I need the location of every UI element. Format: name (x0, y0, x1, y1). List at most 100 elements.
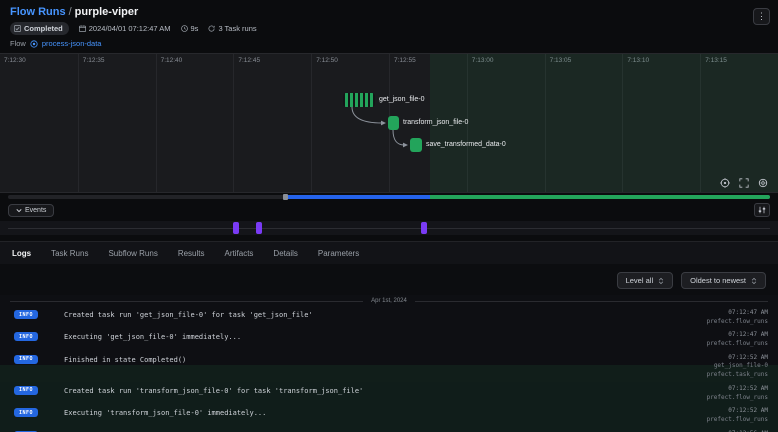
start-time: 2024/04/01 07:12:47 AM (79, 24, 171, 33)
log-level-badge: INFO (14, 332, 38, 341)
events-toggle-button[interactable]: Events (8, 204, 54, 217)
timeline-tick: 7:13:10 (627, 57, 649, 64)
log-sort-order-dropdown[interactable]: Oldest to newest (681, 272, 766, 289)
task-run-count: 3 Task runs (208, 24, 256, 33)
tab-parameters[interactable]: Parameters (318, 249, 359, 258)
state-bar-handle[interactable] (283, 194, 288, 200)
log-message: Created task run 'transform_json_file-0'… (64, 387, 707, 395)
task-runs-icon (208, 25, 215, 32)
log-source: prefect.flow_runs (707, 416, 768, 423)
log-row: INFO Executing 'transform_json_file-0' i… (0, 404, 778, 426)
event-marker[interactable] (421, 222, 427, 234)
log-date-divider: Apr 1st, 2024 (0, 295, 778, 306)
sort-arrows-icon (658, 277, 664, 285)
log-source: prefect.flow_runs (707, 340, 768, 347)
log-level-badge: INFO (14, 355, 38, 364)
log-row: INFO Finished in state Completed() 07:12… (0, 351, 778, 382)
tab-logs[interactable]: Logs (12, 249, 31, 258)
log-source: prefect.task_runs (707, 371, 768, 378)
log-source: prefect.flow_runs (707, 318, 768, 325)
run-detail-tabs: Logs Task Runs Subflow Runs Results Arti… (0, 241, 778, 264)
sort-arrows-icon (751, 277, 757, 285)
task-label-get-json-file[interactable]: get_json_file-0 (379, 96, 425, 103)
sliders-icon (758, 206, 766, 214)
task-bar-save-transformed-data[interactable] (410, 138, 422, 152)
breadcrumb: Flow Runs/purple-viper (10, 6, 768, 18)
events-mini-timeline[interactable] (0, 221, 778, 235)
tab-artifacts[interactable]: Artifacts (225, 249, 254, 258)
status-badge-label: Completed (24, 24, 63, 33)
tab-results[interactable]: Results (178, 249, 205, 258)
log-level-badge: INFO (14, 386, 38, 395)
log-time: 07:12:47 AM (728, 331, 768, 338)
check-icon (14, 25, 21, 32)
calendar-icon (79, 25, 86, 32)
task-run-count-value: 3 Task runs (218, 24, 256, 33)
clock-icon (181, 25, 188, 32)
tab-task-runs[interactable]: Task Runs (51, 249, 88, 258)
task-bar-get-json-file[interactable] (343, 93, 375, 107)
duration-value: 9s (191, 24, 199, 33)
log-level-filter-label: Level all (626, 276, 654, 285)
flow-label: Flow (10, 39, 26, 48)
log-meta: 07:12:47 AM prefect.flow_runs (707, 331, 768, 348)
log-meta: 07:12:52 AMget_json_file-0 prefect.task_r… (707, 354, 768, 380)
event-marker[interactable] (233, 222, 239, 234)
log-row: INFO Finished in state Completed() 07:12… (0, 427, 778, 432)
task-label-transform-json-file[interactable]: transform_json_file-0 (403, 119, 468, 126)
log-message: Created task run 'get_json_file-0' for t… (64, 311, 707, 319)
page-title: purple-viper (75, 6, 139, 18)
events-settings-button[interactable] (754, 203, 770, 217)
state-segment-running (287, 195, 430, 199)
log-time: 07:12:52 AM (728, 354, 768, 361)
tab-subflow-runs[interactable]: Subflow Runs (108, 249, 157, 258)
status-badge: Completed (10, 22, 69, 35)
chart-toolbar (720, 178, 768, 188)
log-time: 07:12:52 AM (728, 407, 768, 414)
log-sort-order-label: Oldest to newest (690, 276, 746, 285)
chevron-down-icon (16, 208, 22, 213)
log-list[interactable]: Apr 1st, 2024 INFO Created task run 'get… (0, 295, 778, 432)
log-row: INFO Created task run 'transform_json_fi… (0, 382, 778, 404)
flow-name-link[interactable]: process-json-data (42, 39, 102, 48)
timeline-tick: 7:13:00 (472, 57, 494, 64)
event-marker[interactable] (256, 222, 262, 234)
flow-run-state-bar[interactable] (8, 195, 770, 199)
log-controls: Level all Oldest to newest (0, 264, 778, 295)
log-meta: 07:12:47 AM prefect.flow_runs (707, 309, 768, 326)
kebab-icon: ⋮ (757, 11, 766, 22)
log-source: prefect.flow_runs (707, 394, 768, 401)
breadcrumb-separator: / (66, 6, 75, 18)
timeline-tick: 7:13:05 (550, 57, 572, 64)
events-toggle-label: Events (25, 207, 46, 214)
chart-settings-gear-icon[interactable] (758, 178, 768, 188)
run-actions-menu-button[interactable]: ⋮ (753, 8, 770, 25)
timeline-tick: 7:12:40 (161, 57, 183, 64)
duration: 9s (181, 24, 199, 33)
timeline-tick: 7:12:55 (394, 57, 416, 64)
breadcrumb-flow-runs-link[interactable]: Flow Runs (10, 6, 66, 18)
log-time: 07:12:47 AM (728, 309, 768, 316)
task-timeline-chart[interactable]: 7:12:30 7:12:35 7:12:40 7:12:45 7:12:50 … (0, 53, 778, 193)
tab-details[interactable]: Details (273, 249, 297, 258)
log-task-run: get_json_file-0 (714, 362, 768, 369)
log-message: Executing 'get_json_file-0' immediately.… (64, 333, 707, 341)
recenter-icon[interactable] (720, 178, 730, 188)
run-meta-row: Completed 2024/04/01 07:12:47 AM 9s 3 Ta… (10, 22, 768, 35)
log-row: INFO Created task run 'get_json_file-0' … (0, 306, 778, 328)
log-row: INFO Executing 'get_json_file-0' immedia… (0, 328, 778, 350)
flow-link-row: Flow process-json-data (10, 39, 768, 48)
task-bar-transform-json-file[interactable] (388, 116, 399, 130)
flow-icon (30, 40, 38, 48)
log-level-filter-dropdown[interactable]: Level all (617, 272, 674, 289)
fullscreen-icon[interactable] (739, 178, 749, 188)
task-label-save-transformed-data[interactable]: save_transformed_data-0 (426, 141, 506, 148)
timeline-tick: 7:12:30 (4, 57, 26, 64)
events-timeline-track (8, 228, 770, 229)
start-time-value: 2024/04/01 07:12:47 AM (89, 24, 171, 33)
timeline-tick: 7:12:45 (238, 57, 260, 64)
log-meta: 07:12:52 AMprefect.flow_runs (707, 385, 768, 402)
log-date-label: Apr 1st, 2024 (371, 298, 407, 304)
events-toolbar: Events (0, 199, 778, 219)
timeline-tick: 7:12:35 (83, 57, 105, 64)
